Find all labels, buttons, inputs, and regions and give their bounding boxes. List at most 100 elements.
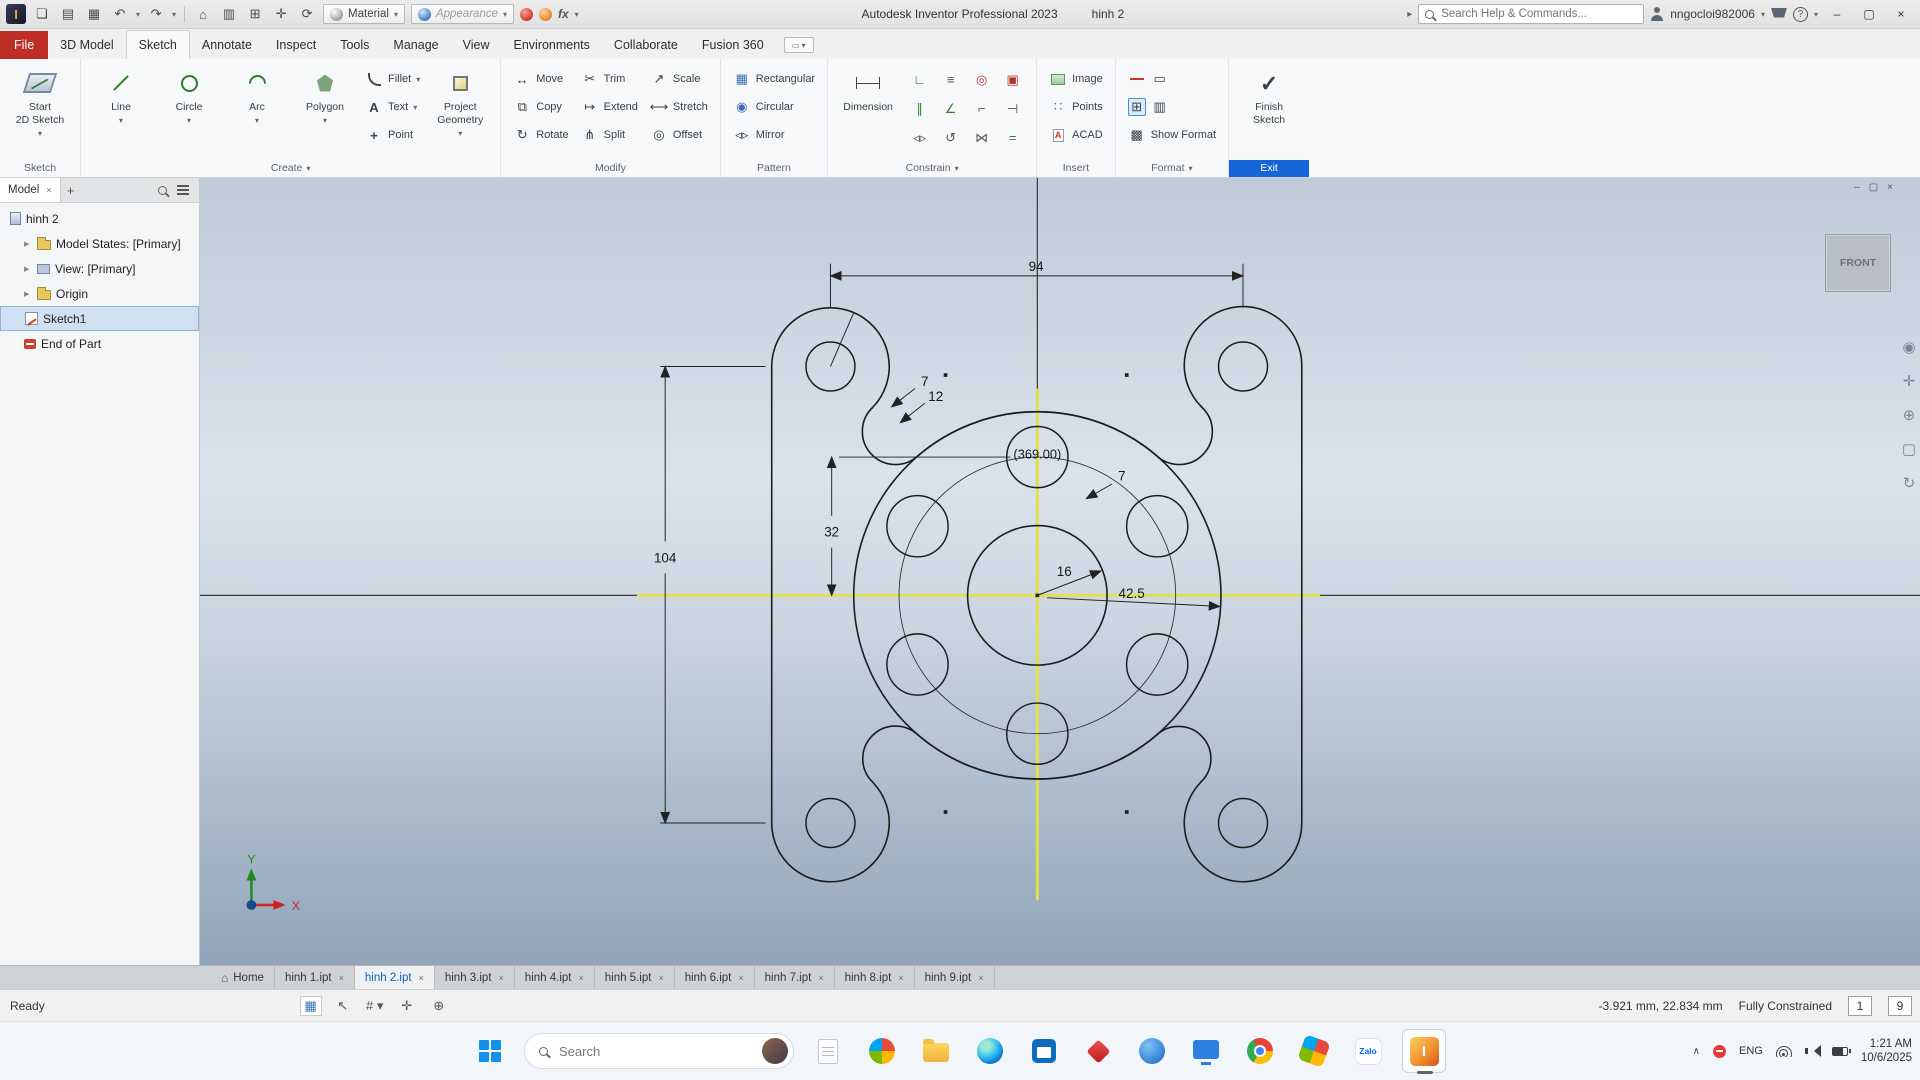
sketch-point[interactable] xyxy=(943,373,948,377)
doc-tab-hinh5[interactable]: hinh 5.ipt × xyxy=(595,966,675,989)
insert-points-button[interactable]: ∷ Points xyxy=(1045,93,1107,121)
format-style-icon[interactable]: ▥ xyxy=(1151,99,1169,115)
doc-tab-hinh3[interactable]: hinh 3.ipt × xyxy=(435,966,515,989)
select-icon[interactable]: ↖ xyxy=(332,996,354,1016)
clock[interactable]: 1:21 AM 10/6/2025 xyxy=(1861,1037,1912,1065)
appearance-orange-ball-icon[interactable] xyxy=(539,7,552,21)
lock-constraint-icon[interactable]: ▣ xyxy=(1006,72,1018,88)
group-label-constrain[interactable]: Constrain ▾ xyxy=(828,160,1036,177)
taskbar-notepad-icon[interactable] xyxy=(808,1031,848,1071)
pan-icon[interactable]: ✛ xyxy=(1903,372,1916,390)
ribbon-options-icon[interactable]: ▭ ▾ xyxy=(783,37,814,53)
split-tool-button[interactable]: ⋔ Split xyxy=(577,121,642,149)
minimize-button[interactable]: – xyxy=(1824,7,1850,21)
wifi-icon[interactable] xyxy=(1775,1045,1792,1057)
close-icon[interactable]: × xyxy=(978,973,983,983)
new-file-icon[interactable]: ❏ xyxy=(32,6,52,22)
tree-item-end-of-part[interactable]: End of Part xyxy=(0,331,199,356)
concentric-constraint-icon[interactable]: ◎ xyxy=(976,72,987,88)
tab-file[interactable]: File xyxy=(0,31,49,59)
tangent-constraint-icon[interactable]: ◃▹ xyxy=(913,130,926,146)
tab-tools[interactable]: Tools xyxy=(328,31,381,59)
tab-manage[interactable]: Manage xyxy=(381,31,450,59)
inventor-logo[interactable]: I xyxy=(6,4,26,24)
offset-tool-button[interactable]: ◎ Offset xyxy=(646,121,712,149)
save-icon[interactable]: ▦ xyxy=(84,6,104,22)
group-label-format[interactable]: Format ▾ xyxy=(1116,160,1228,177)
parallel-constraint-icon[interactable]: ∥ xyxy=(916,101,923,117)
dim-text-94[interactable]: 94 xyxy=(1029,259,1044,274)
browser-tab-model[interactable]: Model × xyxy=(0,178,61,202)
close-icon[interactable]: × xyxy=(339,973,344,983)
corner-hole[interactable] xyxy=(805,797,856,849)
taskbar-file-explorer-icon[interactable] xyxy=(916,1031,956,1071)
dim-text-42-5[interactable]: 42.5 xyxy=(1119,586,1145,601)
coincident-constraint-icon[interactable]: ∟ xyxy=(913,72,926,87)
expand-arrow-icon[interactable]: ▶ xyxy=(24,265,32,273)
expand-arrow-icon[interactable]: ▶ xyxy=(24,240,32,248)
doc-tab-hinh8[interactable]: hinh 8.ipt × xyxy=(835,966,915,989)
close-icon[interactable]: × xyxy=(419,973,424,983)
undo-caret-icon[interactable]: ▾ xyxy=(136,10,140,19)
sketch-point[interactable] xyxy=(943,810,948,814)
close-icon[interactable]: × xyxy=(46,185,51,195)
insert-acad-button[interactable]: ACAD xyxy=(1045,121,1107,149)
taskbar-search-input[interactable] xyxy=(557,1042,753,1060)
dim-text-fillet-7[interactable]: 7 xyxy=(921,374,928,389)
undo-icon[interactable]: ↶ xyxy=(110,6,130,22)
help-caret-icon[interactable]: ▾ xyxy=(1814,10,1818,19)
close-icon[interactable]: × xyxy=(818,973,823,983)
tab-environments[interactable]: Environments xyxy=(501,31,601,59)
vertical-constraint-icon[interactable]: ⊣ xyxy=(1007,101,1018,117)
grid-icon[interactable]: ⊞ xyxy=(245,6,265,22)
redo-icon[interactable]: ↷ xyxy=(146,6,166,22)
tree-item-origin[interactable]: ▶ Origin xyxy=(0,281,199,306)
circle-tool-button[interactable]: Circle ▾ xyxy=(157,63,221,127)
corner-hole[interactable] xyxy=(1217,797,1269,849)
move-tool-button[interactable]: ↔ Move xyxy=(509,65,572,93)
symmetric-constraint-icon[interactable]: ⋈ xyxy=(975,130,988,146)
orbit-icon[interactable]: ▢ xyxy=(1902,440,1916,458)
redo-caret-icon[interactable]: ▾ xyxy=(172,10,176,19)
expand-arrow-icon[interactable]: ▶ xyxy=(24,290,32,298)
taskbar-zalo-icon[interactable]: Zalo xyxy=(1348,1031,1388,1071)
user-name[interactable]: nngocloi982006 xyxy=(1670,7,1755,21)
taskbar-chrome-icon[interactable] xyxy=(1240,1031,1280,1071)
line-tool-button[interactable]: Line ▾ xyxy=(89,63,153,127)
zoom-icon[interactable]: ⊕ xyxy=(1903,406,1916,424)
rotate-tool-button[interactable]: ↻ Rotate xyxy=(509,121,572,149)
taskbar-app-red-icon[interactable] xyxy=(1078,1031,1118,1071)
doc-tab-hinh1[interactable]: hinh 1.ipt × xyxy=(275,966,355,989)
browser-search-icon[interactable] xyxy=(158,185,167,195)
tab-3d-model[interactable]: 3D Model xyxy=(48,31,126,59)
appearance-red-ball-icon[interactable] xyxy=(520,7,533,21)
text-tool-button[interactable]: A Text ▾ xyxy=(361,93,424,121)
tree-item-sketch1[interactable]: Sketch1 xyxy=(0,306,199,331)
stretch-tool-button[interactable]: ⟷ Stretch xyxy=(646,93,712,121)
user-caret-icon[interactable]: ▾ xyxy=(1761,10,1765,19)
doc-tab-hinh4[interactable]: hinh 4.ipt × xyxy=(515,966,595,989)
collinear-constraint-icon[interactable]: ≡ xyxy=(947,72,955,87)
dim-text-fillet-12[interactable]: 12 xyxy=(928,389,943,404)
open-file-icon[interactable]: ▤ xyxy=(58,6,78,22)
help-icon[interactable]: ? xyxy=(1792,6,1808,22)
lobe-radius-leader[interactable] xyxy=(830,312,855,367)
project-geometry-button[interactable]: Project Geometry ▾ xyxy=(428,63,492,140)
volume-icon[interactable] xyxy=(1804,1045,1821,1057)
sketch-point[interactable] xyxy=(1124,373,1129,377)
tab-view[interactable]: View xyxy=(451,31,502,59)
arc-tool-button[interactable]: Arc ▾ xyxy=(225,63,289,127)
doc-tab-hinh7[interactable]: hinh 7.ipt × xyxy=(755,966,835,989)
language-indicator[interactable]: ENG xyxy=(1739,1045,1763,1057)
circular-pattern-button[interactable]: ◉ Circular xyxy=(729,93,819,121)
home-icon[interactable]: ⌂ xyxy=(193,7,213,22)
dim-text-16[interactable]: 16 xyxy=(1057,564,1072,579)
tree-item-part[interactable]: hinh 2 xyxy=(0,206,199,231)
close-icon[interactable]: × xyxy=(499,973,504,983)
view-cube[interactable]: FRONT xyxy=(1825,234,1891,292)
group-label-create[interactable]: Create ▾ xyxy=(81,160,500,177)
smooth-constraint-icon[interactable]: ↺ xyxy=(945,130,956,146)
centerline-icon[interactable]: ▭ xyxy=(1151,71,1169,87)
user-avatar-icon[interactable] xyxy=(1650,7,1664,21)
doc-tab-home[interactable]: ⌂ Home xyxy=(211,966,275,989)
